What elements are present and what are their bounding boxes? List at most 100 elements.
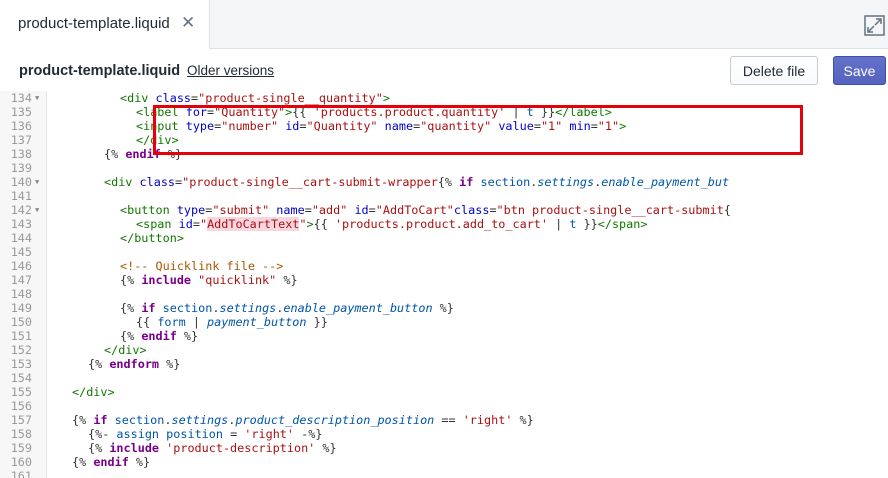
code-text: {% endform %}	[88, 357, 180, 371]
code-text: {% endif %}	[120, 329, 198, 343]
fold-arrow-icon[interactable]: ▼	[35, 175, 39, 189]
line-number: 138	[10, 147, 32, 161]
fold-arrow-icon[interactable]: ▼	[35, 203, 39, 217]
code-line[interactable]: 156	[0, 399, 888, 413]
code-line[interactable]: 159 {% include 'product-description' %}	[0, 441, 888, 455]
code-token: |	[548, 217, 570, 231]
code-text: <button type="submit" name="add" id="Add…	[120, 203, 731, 217]
code-token: name	[276, 203, 305, 217]
code-token: type	[176, 203, 206, 217]
code-token: }}	[576, 217, 598, 231]
code-token: |	[185, 315, 208, 329]
code-line[interactable]: 143 <span id="AddToCartText">{{ 'products…	[0, 217, 888, 231]
line-number: 161	[10, 469, 32, 478]
code-token: <!-- Quicklink file -->	[120, 259, 284, 273]
code-token: settings	[171, 413, 229, 427]
code-token: id	[178, 217, 193, 231]
line-number: 151	[10, 329, 32, 343]
line-number: 153	[10, 357, 32, 371]
code-token: enable_payment_button	[283, 301, 433, 315]
line-number: 141	[10, 189, 32, 203]
code-line[interactable]: 151 {% endif %}	[0, 329, 888, 343]
line-number: 150	[10, 315, 32, 329]
code-token: "quicklink"	[198, 273, 277, 287]
code-token: {%	[104, 147, 126, 161]
line-number: 154	[10, 371, 32, 385]
code-token: endif	[93, 455, 129, 469]
code-token: {%	[72, 413, 94, 427]
code-line[interactable]: 142 ▼ <button type="submit" name="add" id=…	[0, 203, 888, 217]
line-number: 140	[10, 175, 32, 189]
line-number: 157	[10, 413, 32, 427]
code-token: "btn product-single__cart-submit	[496, 203, 724, 217]
code-token: <span	[136, 217, 179, 231]
code-token: {	[723, 203, 731, 217]
code-token: section	[480, 175, 531, 189]
expand-icon[interactable]	[864, 15, 885, 36]
code-token: <button	[120, 203, 177, 217]
code-token: position	[166, 427, 223, 441]
file-tab[interactable]: product-template.liquid ✕	[0, 0, 210, 49]
code-token: section	[114, 413, 165, 427]
code-token: endform	[109, 357, 160, 371]
line-number: 145	[10, 245, 32, 259]
code-line[interactable]: 153 {% endform %}	[0, 357, 888, 371]
code-text: <!-- Quicklink file -->	[120, 259, 283, 273]
code-token: class	[139, 175, 176, 189]
save-button[interactable]: Save	[833, 56, 886, 85]
code-token: >	[306, 217, 314, 231]
code-line[interactable]: 147 {% include "quicklink" %}	[0, 273, 888, 287]
code-line[interactable]: 149 {% if section.settings.enable_payment…	[0, 301, 888, 315]
highlight-box	[153, 105, 803, 155]
code-token: payment_button	[207, 315, 307, 329]
code-token: {%	[72, 455, 94, 469]
file-title: product-template.liquid	[19, 63, 181, 79]
line-number: 139	[10, 161, 32, 175]
code-line[interactable]: 161	[0, 469, 888, 478]
code-token: product_description_position	[235, 413, 435, 427]
code-line[interactable]: 160 {% endif %}	[0, 455, 888, 469]
code-token: %}	[128, 455, 151, 469]
code-token: "add"	[311, 203, 348, 217]
line-number: 148	[10, 287, 32, 301]
code-token: 'right'	[462, 413, 513, 427]
code-token: 'products.product.add_to_cart'	[334, 217, 549, 231]
code-line[interactable]: 146 <!-- Quicklink file -->	[0, 259, 888, 273]
line-number: 137	[10, 133, 32, 147]
line-number: 152	[10, 343, 32, 357]
delete-file-button[interactable]: Delete file	[730, 56, 818, 85]
code-text: {% endif %}	[72, 455, 150, 469]
line-number: 146	[10, 259, 32, 273]
code-line[interactable]: 145	[0, 245, 888, 259]
code-text: <div class="product-single__quantity">	[120, 91, 390, 105]
code-token: settings	[537, 175, 595, 189]
code-line[interactable]: 144 </button>	[0, 231, 888, 245]
code-line[interactable]: 134 ▼ <div class="product-single__quantity…	[0, 91, 888, 105]
code-line[interactable]: 141	[0, 189, 888, 203]
code-token: </div>	[72, 385, 115, 399]
code-token: =	[192, 217, 200, 231]
code-token: >	[382, 91, 390, 105]
code-line[interactable]: 154	[0, 371, 888, 385]
code-token: </div>	[104, 343, 147, 357]
code-token: <div	[104, 175, 140, 189]
code-line[interactable]: 150 {{ form | payment_button }}	[0, 315, 888, 329]
line-number: 143	[10, 217, 32, 231]
code-token: "submit"	[212, 203, 270, 217]
code-line[interactable]: 158 {%- assign position = 'right' -%}	[0, 427, 888, 441]
fold-arrow-icon[interactable]: ▼	[35, 91, 39, 105]
code-line[interactable]: 139	[0, 161, 888, 175]
line-number: 160	[10, 455, 32, 469]
code-text: <span id="AddToCartText">{{ 'products.pr…	[136, 217, 647, 231]
code-token: {%	[88, 441, 110, 455]
code-line[interactable]: 140 ▼ <div class="product-single__cart-sub…	[0, 175, 888, 189]
code-token: </button>	[120, 231, 184, 245]
line-number: 134	[10, 91, 32, 105]
code-token: form	[157, 315, 186, 329]
code-line[interactable]: 148	[0, 287, 888, 301]
close-icon[interactable]: ✕	[181, 13, 195, 33]
older-versions-link[interactable]: Older versions	[187, 63, 274, 78]
code-line[interactable]: 157 {% if section.settings.product_descri…	[0, 413, 888, 427]
code-line[interactable]: 155 </div>	[0, 385, 888, 399]
code-line[interactable]: 152 </div>	[0, 343, 888, 357]
